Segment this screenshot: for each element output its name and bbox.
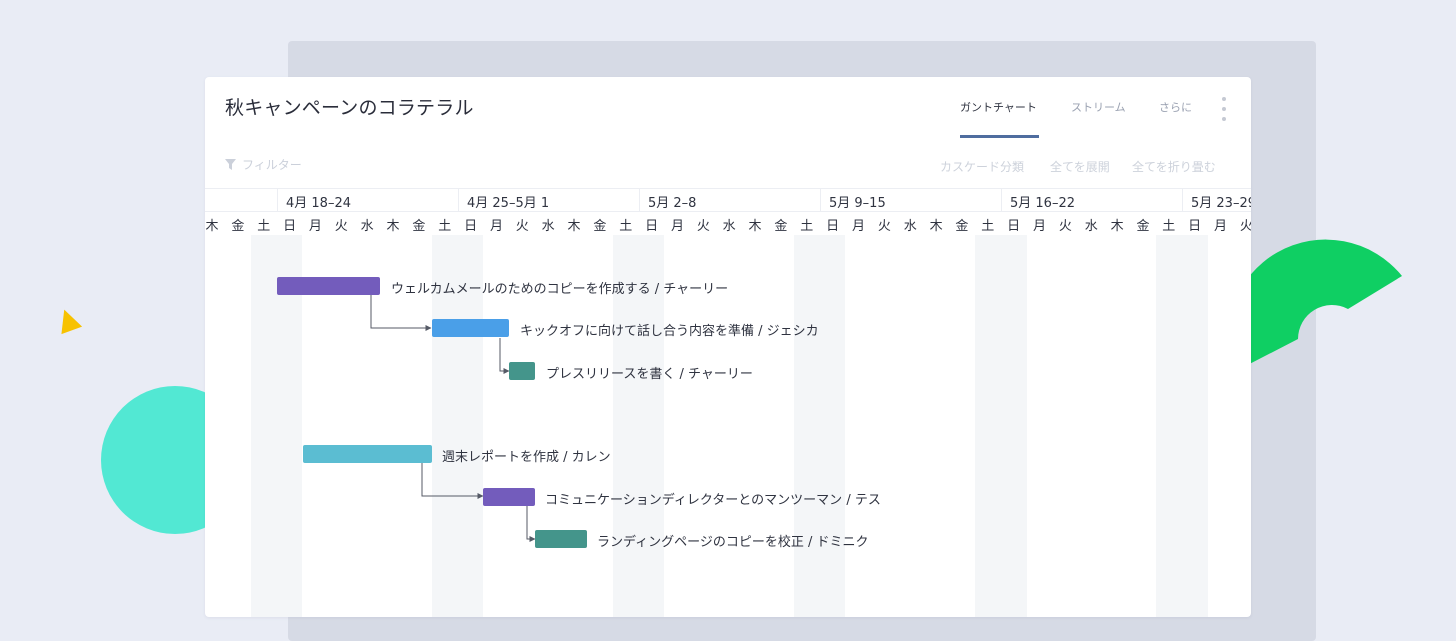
task-bar[interactable] <box>432 319 509 337</box>
project-card: 秋キャンペーンのコラテラル ガントチャート ストリーム さらに フィルター カス… <box>205 77 1251 617</box>
task-label: キックオフに向けて話し合う内容を準備 / ジェシカ <box>520 324 819 339</box>
task-label: コミュニケーションディレクターとのマンツーマン / テス <box>545 493 881 508</box>
task-bar[interactable] <box>483 488 535 506</box>
task-bar[interactable] <box>509 362 535 380</box>
task-label: ウェルカムメールのためのコピーを作成する / チャーリー <box>391 282 729 297</box>
task-bar[interactable] <box>277 277 380 295</box>
task-bar[interactable] <box>535 530 587 548</box>
task-label: 週末レポートを作成 / カレン <box>442 450 611 465</box>
task-label: ランディングページのコピーを校正 / ドミニク <box>597 535 869 550</box>
task-label: プレスリリースを書く / チャーリー <box>546 367 753 382</box>
task-bar[interactable] <box>303 445 432 463</box>
decorative-triangle <box>53 305 83 335</box>
